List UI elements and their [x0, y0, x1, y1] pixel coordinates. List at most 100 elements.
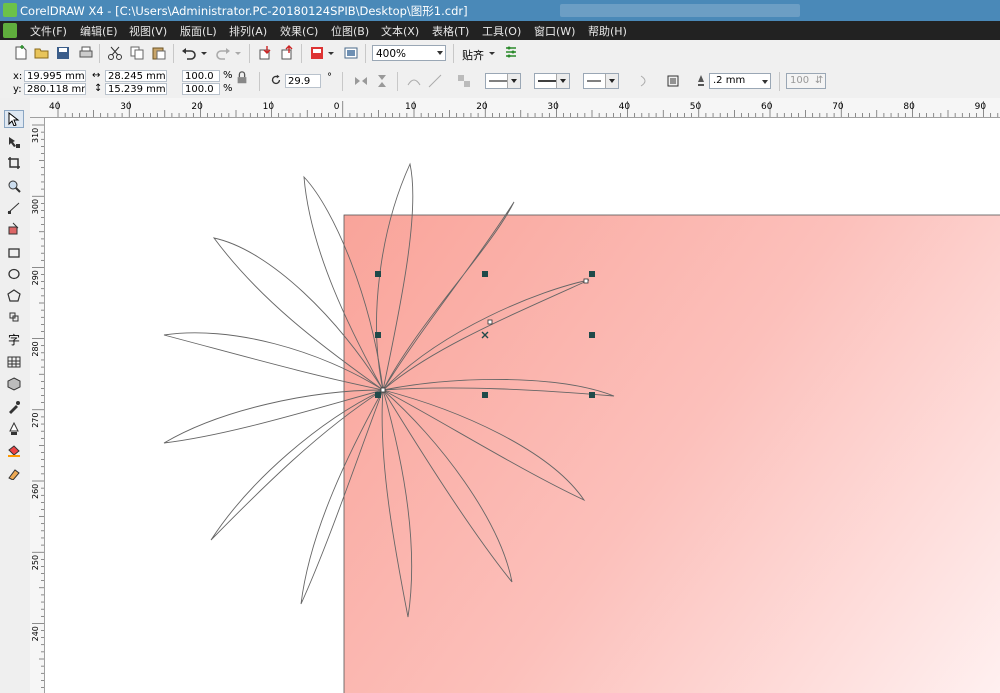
basic-shapes-tool-icon[interactable] [4, 308, 24, 326]
horizontal-ruler[interactable]: 40 30 20 10 0 10 20 30 40 50 60 70 80 90 [44, 98, 1000, 118]
y-position-field[interactable]: 280.118 mm [24, 83, 86, 95]
mirror-horizontal-icon[interactable] [352, 72, 370, 90]
print-icon[interactable] [77, 44, 95, 62]
chevron-down-icon [762, 80, 768, 84]
rotate-icon [269, 73, 283, 87]
save-icon[interactable] [54, 44, 72, 62]
chevron-down-icon [556, 74, 569, 88]
rectangle-tool-icon[interactable] [4, 244, 24, 262]
lock-ratio-icon[interactable] [235, 71, 249, 85]
open-folder-icon[interactable] [33, 44, 51, 62]
menu-view[interactable]: 视图(V) [129, 23, 167, 39]
outline-width-select[interactable]: .2 mm [709, 73, 771, 89]
zoom-level-value: 400% [376, 48, 407, 60]
line-node-icon[interactable] [426, 72, 444, 90]
interactive-tool-icon[interactable] [4, 375, 24, 393]
redo-icon[interactable] [214, 44, 232, 62]
ruler-label: 10 [263, 102, 275, 112]
ruler-label: 270 [31, 413, 40, 428]
rotation-angle-field[interactable]: 29.9 [285, 74, 321, 88]
break-apart-icon[interactable] [455, 72, 473, 90]
menu-help[interactable]: 帮助(H) [588, 23, 627, 39]
menu-bitmaps[interactable]: 位图(B) [331, 23, 369, 39]
end-arrowhead-select[interactable] [583, 73, 619, 89]
outline-tool-icon[interactable] [4, 420, 24, 438]
ruler-label: 40 [619, 102, 631, 112]
snap-dropdown-icon[interactable] [487, 44, 497, 62]
interactive-fill-tool-icon[interactable] [4, 464, 24, 482]
copy-icon[interactable] [128, 44, 146, 62]
text-tool-icon[interactable]: 字 [4, 330, 24, 348]
drawing-canvas[interactable] [45, 118, 1000, 693]
ruler-label: 250 [31, 555, 40, 570]
chevron-down-icon [605, 74, 618, 88]
pick-tool-icon[interactable] [4, 110, 24, 128]
menu-bar: 文件(F) 编辑(E) 视图(V) 版面(L) 排列(A) 效果(C) 位图(B… [0, 21, 1000, 40]
zoom-level-select[interactable]: 400% [372, 45, 446, 61]
curve-node-icon[interactable] [405, 72, 423, 90]
smart-fill-tool-icon[interactable] [4, 220, 24, 238]
crop-tool-icon[interactable] [4, 154, 24, 172]
gradient-rectangle[interactable] [343, 214, 1000, 693]
scale-x-percent: % [223, 70, 233, 81]
undo-icon[interactable] [180, 44, 198, 62]
mirror-vertical-icon[interactable] [373, 72, 391, 90]
ruler-label: 50 [690, 102, 702, 112]
menu-edit[interactable]: 编辑(E) [80, 23, 118, 39]
ruler-label: 310 [31, 128, 40, 143]
export-icon[interactable] [279, 44, 297, 62]
height-field[interactable]: 15.239 mm [105, 83, 167, 95]
options-icon[interactable] [502, 44, 520, 62]
degree-symbol: ° [327, 72, 332, 83]
snap-to-label[interactable]: 贴齐 [462, 47, 484, 63]
ruler-label: 70 [832, 102, 844, 112]
new-document-icon[interactable] [12, 44, 30, 62]
menu-file[interactable]: 文件(F) [30, 23, 67, 39]
fill-tool-icon[interactable] [4, 442, 24, 460]
ruler-label: 260 [31, 484, 40, 499]
cut-icon[interactable] [106, 44, 124, 62]
opacity-field[interactable]: 100 ⇵ [786, 73, 826, 89]
menu-window[interactable]: 窗口(W) [534, 23, 575, 39]
vertical-ruler[interactable]: 310 300 290 280 270 260 250 240 [30, 118, 45, 693]
redo-dropdown-icon[interactable] [233, 44, 243, 62]
launcher-dropdown-icon[interactable] [326, 44, 336, 62]
ellipse-tool-icon[interactable] [4, 265, 24, 283]
menu-table[interactable]: 表格(T) [432, 23, 469, 39]
welcome-screen-icon[interactable] [342, 44, 360, 62]
menu-tools[interactable]: 工具(O) [482, 23, 521, 39]
window-title: CorelDRAW X4 - [C:\Users\Administrator.P… [20, 4, 468, 18]
freehand-tool-icon[interactable] [4, 199, 24, 217]
outline-pen-icon [692, 72, 710, 90]
ruler-corner[interactable] [30, 98, 44, 118]
ruler-label: 10 [405, 102, 417, 112]
height-icon: ↕ [94, 83, 103, 94]
title-bar: CorelDRAW X4 - [C:\Users\Administrator.P… [0, 0, 1000, 21]
menu-text[interactable]: 文本(X) [381, 23, 419, 39]
horizontal-ruler-ticks: 40 30 20 10 0 10 20 30 40 50 60 70 80 90 [49, 101, 999, 117]
paste-icon[interactable] [150, 44, 168, 62]
wrap-text-icon[interactable] [664, 72, 682, 90]
line-style-select[interactable] [534, 73, 570, 89]
drawing-surface [163, 162, 1000, 693]
opacity-slider-icon: ⇵ [815, 75, 824, 86]
start-arrowhead-select[interactable] [485, 73, 521, 89]
menu-arrange[interactable]: 排列(A) [229, 23, 267, 39]
scale-y-field[interactable]: 100.0 [182, 83, 220, 95]
eyedropper-tool-icon[interactable] [4, 398, 24, 416]
scale-x-field[interactable]: 100.0 [182, 70, 220, 82]
menu-layout[interactable]: 版面(L) [180, 23, 217, 39]
menu-effects[interactable]: 效果(C) [280, 23, 318, 39]
x-position-field[interactable]: 19.995 mm [24, 70, 86, 82]
undo-dropdown-icon[interactable] [199, 44, 209, 62]
close-curve-icon[interactable] [635, 72, 653, 90]
shape-tool-icon[interactable] [4, 133, 24, 151]
polygon-tool-icon[interactable] [4, 287, 24, 305]
document-icon[interactable] [3, 23, 17, 38]
import-icon[interactable] [257, 44, 275, 62]
ruler-label: 80 [903, 102, 915, 112]
table-tool-icon[interactable] [4, 353, 24, 371]
application-launcher-icon[interactable] [308, 44, 326, 62]
zoom-tool-icon[interactable] [4, 177, 24, 195]
width-field[interactable]: 28.245 mm [105, 70, 167, 82]
